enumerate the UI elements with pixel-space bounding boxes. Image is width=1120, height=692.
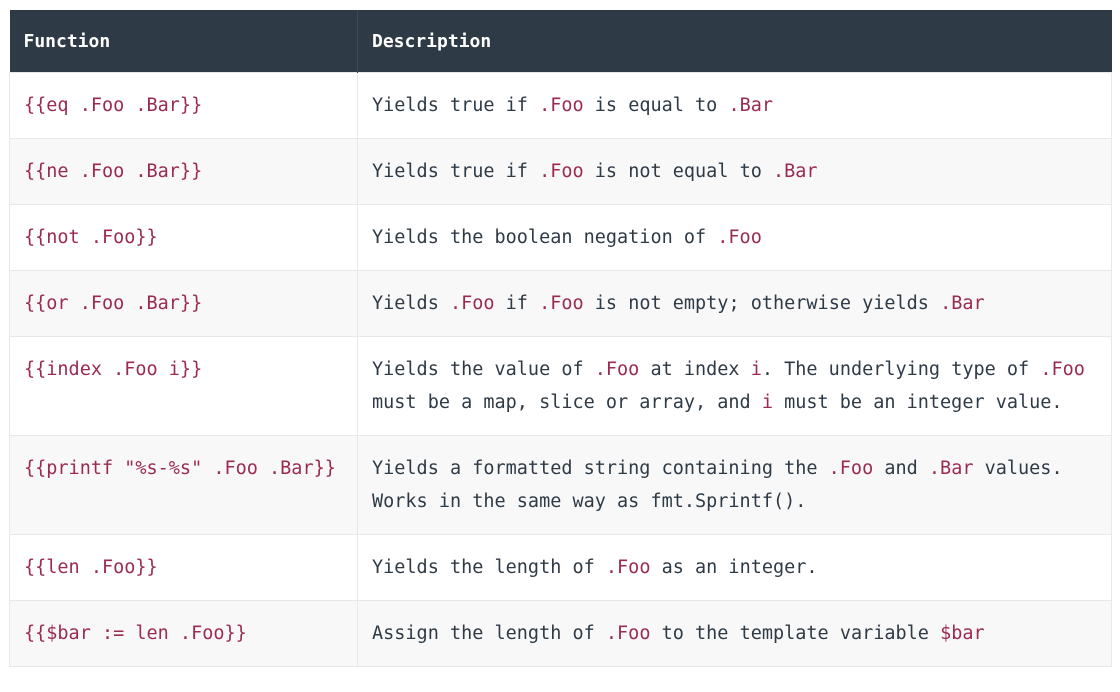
description-text: Yields (372, 293, 450, 314)
description-text: at index (639, 359, 751, 380)
description-text: is not equal to (583, 161, 773, 182)
table-row: {{index .Foo i}} Yields the value of .Foo… (9, 336, 1112, 436)
inline-code: .Foo (605, 623, 651, 644)
function-cell: {{or .Foo .Bar}} (9, 270, 358, 337)
function-cell: {{$bar := len .Foo}} (9, 600, 358, 667)
description-cell: Yields the length of .Foo as an integer. (357, 534, 1112, 601)
description-cell: Yields the value of .Foo at index i. The… (357, 336, 1112, 436)
description-cell: Yields a formatted string containing the… (357, 435, 1112, 535)
table-body: {{eq .Foo .Bar}} Yields true if .Foo is e… (9, 72, 1112, 667)
description-text: must be a map, slice or array, and (372, 392, 762, 413)
description-text: if (494, 293, 540, 314)
inline-code: i (761, 392, 773, 413)
inline-code: .Bar (940, 293, 985, 314)
table-row: {{or .Foo .Bar}} Yields .Foo if .Foo is n… (9, 270, 1112, 337)
description-text: is equal to (583, 95, 729, 116)
table-row: {{ne .Foo .Bar}} Yields true if .Foo is n… (9, 138, 1112, 205)
inline-code: .Bar (728, 95, 773, 116)
inline-code: .Foo (1040, 359, 1085, 380)
function-cell: {{len .Foo}} (9, 534, 358, 601)
table-row: {{$bar := len .Foo}} Assign the length of… (9, 600, 1112, 667)
function-cell: {{ne .Foo .Bar}} (9, 138, 358, 205)
inline-code: .Foo (717, 227, 762, 248)
table-row: {{len .Foo}} Yields the length of .Foo as… (9, 534, 1112, 601)
description-text: must be an integer value. (772, 392, 1063, 413)
header-row: Function Description (9, 10, 1112, 73)
header-description: Description (357, 10, 1112, 73)
inline-code: .Foo (828, 458, 874, 479)
description-text: Assign the length of (372, 623, 606, 644)
description-text: and (873, 458, 929, 479)
inline-code: .Foo (539, 161, 584, 182)
inline-code: .Bar (773, 161, 818, 182)
description-text: is not empty; otherwise yields (583, 293, 941, 314)
inline-code: $bar (940, 623, 985, 644)
description-cell: Yields true if .Foo is equal to .Bar (357, 72, 1112, 139)
inline-code: .Foo (539, 95, 584, 116)
inline-code: .Bar (928, 458, 974, 479)
description-text: Yields a formatted string containing the (372, 458, 829, 479)
description-text: to the template variable (650, 623, 941, 644)
template-functions-table: Function Description {{eq .Foo .Bar}} Yie… (9, 10, 1112, 667)
description-cell: Yields true if .Foo is not equal to .Bar (357, 138, 1112, 205)
table-row: {{eq .Foo .Bar}} Yields true if .Foo is e… (9, 72, 1112, 139)
description-cell: Yields .Foo if .Foo is not empty; otherw… (357, 270, 1112, 337)
description-text: Yields the value of (372, 359, 595, 380)
description-text: . The underlying type of (761, 359, 1041, 380)
description-text: Yields true if (372, 161, 540, 182)
inline-code: .Foo (594, 359, 640, 380)
description-text: as an integer. (650, 557, 818, 578)
function-cell: {{index .Foo i}} (9, 336, 358, 436)
inline-code: .Foo (539, 293, 584, 314)
function-cell: {{not .Foo}} (9, 204, 358, 271)
inline-code: i (750, 359, 762, 380)
description-text: Yields the boolean negation of (372, 227, 718, 248)
description-cell: Yields the boolean negation of .Foo (357, 204, 1112, 271)
description-text: Yields the length of (372, 557, 606, 578)
header-function: Function (9, 10, 358, 73)
function-cell: {{eq .Foo .Bar}} (9, 72, 358, 139)
table-row: {{not .Foo}} Yields the boolean negation … (9, 204, 1112, 271)
description-text: Yields true if (372, 95, 540, 116)
function-cell: {{printf "%s-%s" .Foo .Bar}} (9, 435, 358, 535)
table-row: {{printf "%s-%s" .Foo .Bar}} Yields a for… (9, 435, 1112, 535)
inline-code: .Foo (449, 293, 495, 314)
description-cell: Assign the length of .Foo to the templat… (357, 600, 1112, 667)
inline-code: .Foo (605, 557, 651, 578)
